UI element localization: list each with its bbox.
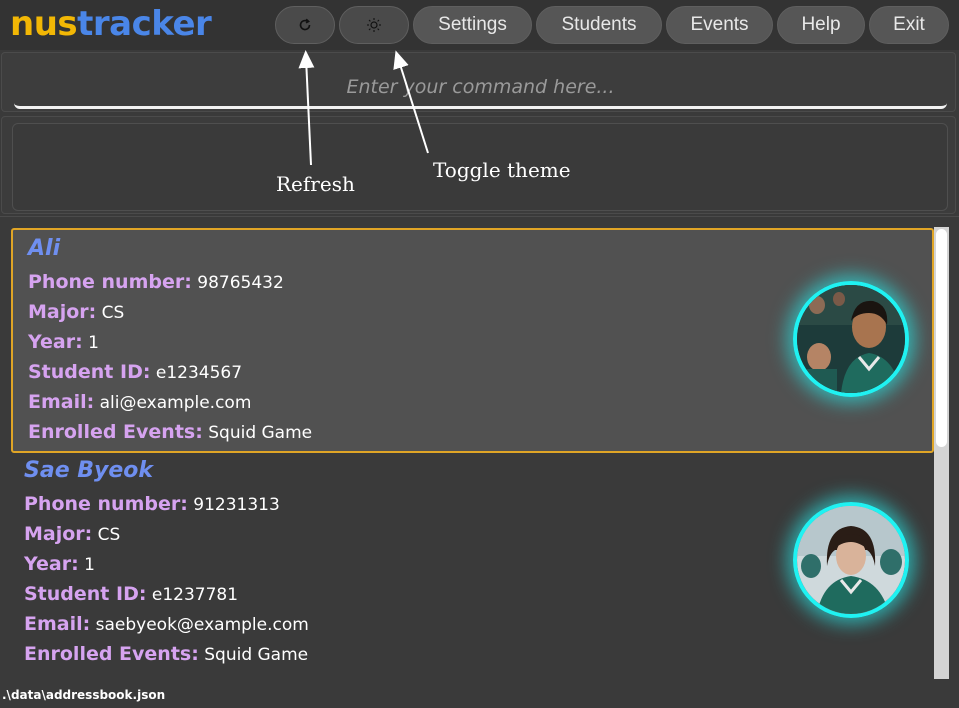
major-field: Major: CS [24,523,120,545]
student-card[interactable]: Ali Phone number: 98765432 Major: CS Yea… [11,228,934,453]
refresh-icon [299,18,311,31]
email-value: saebyeok@example.com [95,615,309,635]
data-file-path: .\data\addressbook.json [2,688,166,702]
student-list[interactable]: Ali Phone number: 98765432 Major: CS Yea… [0,216,959,686]
email-field: Email: ali@example.com [28,391,251,413]
status-bar: .\data\addressbook.json [0,686,959,708]
email-label: Email: [28,391,95,413]
help-button[interactable]: Help [777,6,865,44]
student-card[interactable]: Sae Byeok Phone number: 91231313 Major: … [9,452,932,677]
student-name: Ali [28,236,61,261]
toggle-theme-annotation: Toggle theme [433,158,571,182]
student-id-value: e1237781 [151,585,239,605]
phone-label: Phone number: [24,493,188,515]
student-id-value: e1234567 [155,363,243,383]
avatar [793,502,909,618]
students-button[interactable]: Students [536,6,662,44]
command-pane [0,50,959,114]
major-label: Major: [28,301,97,323]
email-value: ali@example.com [99,393,252,413]
enrolled-events-label: Enrolled Events: [28,421,203,443]
year-field: Year: 1 [28,331,99,353]
phone-field: Phone number: 98765432 [28,271,284,293]
year-field: Year: 1 [24,553,95,575]
enrolled-events-label: Enrolled Events: [24,643,199,665]
year-label: Year: [24,553,79,575]
email-label: Email: [24,613,91,635]
year-value: 1 [84,555,95,575]
command-input[interactable] [14,67,947,109]
major-value: CS [101,303,125,323]
avatar-photo [797,506,905,614]
phone-value: 91231313 [193,495,280,515]
phone-label: Phone number: [28,271,192,293]
exit-button[interactable]: Exit [869,6,949,44]
email-field: Email: saebyeok@example.com [24,613,309,635]
enrolled-events-value: Squid Game [208,423,313,443]
avatar-photo [797,285,905,393]
avatar [793,281,909,397]
refresh-button[interactable] [275,6,335,44]
phone-value: 98765432 [197,273,284,293]
student-id-label: Student ID: [28,361,151,383]
top-bar: nustracker Settings Students Events Help… [0,0,959,50]
list-scrollbar[interactable] [934,227,949,679]
major-value: CS [97,525,121,545]
enrolled-events-field: Enrolled Events: Squid Game [24,643,308,665]
refresh-annotation: Refresh [276,172,355,196]
phone-field: Phone number: 91231313 [24,493,280,515]
major-field: Major: CS [28,301,124,323]
year-value: 1 [88,333,99,353]
student-id-field: Student ID: e1237781 [24,583,238,605]
student-name: Sae Byeok [24,458,154,483]
student-id-label: Student ID: [24,583,147,605]
sun-icon [367,18,381,32]
enrolled-events-field: Enrolled Events: Squid Game [28,421,312,443]
toggle-theme-button[interactable] [339,6,409,44]
scrollbar-thumb[interactable] [936,229,947,447]
logo-tracker: tracker [77,4,212,44]
major-label: Major: [24,523,93,545]
year-label: Year: [28,331,83,353]
events-button[interactable]: Events [666,6,773,44]
settings-button[interactable]: Settings [413,6,532,44]
student-id-field: Student ID: e1234567 [28,361,242,383]
enrolled-events-value: Squid Game [204,645,309,665]
app-logo: nustracker [10,2,212,46]
command-box [1,52,956,112]
logo-nus: nus [10,4,78,44]
